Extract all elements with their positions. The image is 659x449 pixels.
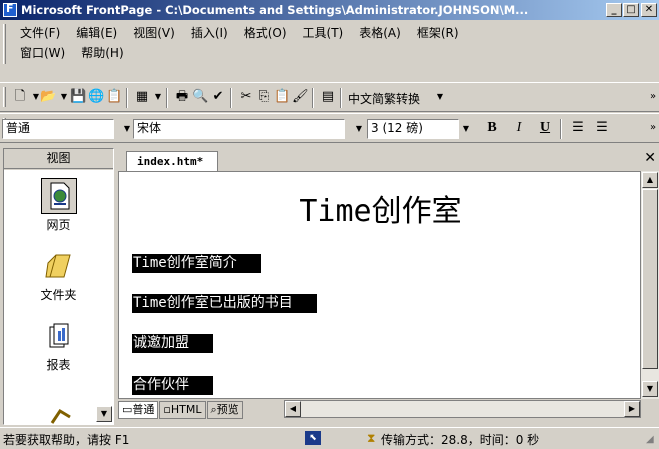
document-tab-bar: index.htm* ✕ [118, 148, 659, 172]
bold-button[interactable]: B [483, 120, 501, 136]
editor-horizontal-scrollbar[interactable]: ◀ ▶ [284, 400, 641, 418]
preview-icon[interactable]: 🔍 [192, 89, 208, 105]
paste-icon[interactable]: 📋 [274, 89, 290, 105]
reports-view-icon [41, 318, 77, 354]
toolbar-grip[interactable] [3, 87, 6, 107]
cut-icon[interactable]: ✂ [238, 89, 254, 105]
format-painter-icon[interactable]: 🖌 [292, 89, 309, 105]
spelling-icon[interactable]: ✔ [210, 89, 226, 105]
menu-edit[interactable]: 编辑(E) [76, 24, 117, 41]
menu-help[interactable]: 帮助(H) [81, 44, 123, 61]
hourglass-icon: ⧗ [367, 431, 376, 445]
font-combo[interactable]: 宋体 [133, 119, 345, 139]
folder-view-icon [41, 248, 77, 284]
underline-button[interactable]: U [536, 120, 554, 136]
folder-list-icon[interactable]: 📋 [106, 89, 122, 105]
views-list: 网页 文件夹 报表 ▼ [4, 170, 113, 424]
link-partners[interactable]: 合作伙伴 [132, 376, 213, 395]
open-folder-icon[interactable]: 📂 [40, 89, 56, 105]
views-panel: 视图 网页 文件夹 报表 ▼ [3, 148, 114, 425]
page-canvas[interactable]: Time创作室 Time创作室简介 Time创作室已出版的书目 诚邀加盟 合作伙… [118, 171, 641, 399]
link-books[interactable]: Time创作室已出版的书目 [132, 294, 317, 313]
menu-view[interactable]: 视图(V) [133, 24, 175, 41]
save-icon[interactable]: 💾 [70, 89, 86, 105]
resize-grip-icon[interactable]: ◢ [646, 434, 654, 445]
scroll-right-icon[interactable]: ▶ [624, 401, 640, 417]
maximize-button[interactable]: □ [623, 3, 639, 17]
menu-frames[interactable]: 框架(R) [417, 24, 459, 41]
tab-normal[interactable]: ▭普通 [118, 401, 159, 419]
font-dropdown-icon[interactable]: ▼ [352, 119, 366, 139]
view-page[interactable]: 网页 [4, 178, 113, 233]
view-reports[interactable]: 报表 [4, 318, 113, 373]
connection-icon: ⬉ [305, 431, 321, 445]
view-page-label: 网页 [46, 218, 71, 232]
chinese-convert-dropdown-icon[interactable]: ▼ [432, 89, 448, 105]
menu-grip[interactable] [3, 24, 6, 64]
tab-preview-label: 预览 [216, 403, 239, 416]
close-document-icon[interactable]: ✕ [644, 150, 656, 166]
menu-table[interactable]: 表格(A) [359, 24, 401, 41]
tab-preview[interactable]: ⌕预览 [206, 401, 243, 419]
formatting-toolbar: 普通 ▼ 宋体 ▼ 3 (12 磅) ▼ B I U ☰ ☰ » [0, 113, 659, 143]
align-left-icon[interactable]: ☰ [570, 120, 586, 136]
toolbar-overflow-icon[interactable]: » [645, 89, 659, 105]
size-combo[interactable]: 3 (12 磅) [367, 119, 459, 139]
views-scroll-down-icon[interactable]: ▼ [96, 406, 112, 422]
status-bar: 若要获取帮助，请按 F1 ⬉ ⧗ 传输方式：28.8，时间：0 秒 ◢ [0, 427, 659, 449]
scroll-thumb[interactable] [642, 189, 658, 369]
link-join[interactable]: 诚邀加盟 [132, 334, 213, 353]
editor-area: index.htm* ✕ Time创作室 Time创作室简介 Time创作室已出… [118, 148, 659, 425]
editor-vertical-scrollbar[interactable]: ▲ ▼ [641, 171, 659, 399]
size-dropdown-icon[interactable]: ▼ [459, 119, 473, 139]
window-title: Microsoft FrontPage - C:\Documents and S… [21, 3, 529, 17]
menu-file[interactable]: 文件(F) [20, 24, 60, 41]
close-button[interactable]: ✕ [641, 3, 657, 17]
status-transfer-text: 传输方式：28.8，时间：0 秒 [381, 433, 540, 447]
new-page-icon[interactable]: 🗋 [12, 89, 28, 105]
tab-html-label: HTML [170, 403, 202, 416]
scroll-down-icon[interactable]: ▼ [642, 381, 658, 397]
view-folders[interactable]: 文件夹 [4, 248, 113, 303]
menu-tools[interactable]: 工具(T) [303, 24, 344, 41]
views-dropdown-icon[interactable]: ▼ [150, 89, 166, 105]
align-center-icon[interactable]: ☰ [594, 120, 610, 136]
minimize-button[interactable]: _ [606, 3, 622, 17]
document-tab[interactable]: index.htm* [126, 151, 219, 172]
view-reports-label: 报表 [46, 358, 71, 372]
table-icon[interactable]: ▤ [320, 89, 336, 105]
copy-icon[interactable]: ⎘ [256, 89, 272, 105]
style-combo[interactable]: 普通 [2, 119, 114, 139]
publish-icon[interactable]: 🌐 [88, 89, 104, 105]
print-icon[interactable]: 🖶 [174, 89, 190, 105]
format-overflow-icon[interactable]: » [645, 120, 659, 136]
chinese-convert-button[interactable]: 中文简繁转换 [348, 90, 420, 107]
link-intro[interactable]: Time创作室简介 [132, 254, 261, 273]
style-dropdown-icon[interactable]: ▼ [120, 119, 134, 139]
menu-format[interactable]: 格式(O) [244, 24, 287, 41]
page-view-icon [40, 178, 77, 214]
menu-insert[interactable]: 插入(I) [191, 24, 228, 41]
scroll-up-icon[interactable]: ▲ [642, 172, 658, 188]
menu-window[interactable]: 窗口(W) [20, 44, 65, 61]
view-folders-label: 文件夹 [40, 288, 77, 302]
title-bar: Microsoft FrontPage - C:\Documents and S… [0, 0, 659, 20]
tab-normal-label: 普通 [132, 403, 155, 416]
frontpage-icon [3, 2, 17, 17]
page-heading: Time创作室 [299, 194, 462, 229]
views-header: 视图 [4, 149, 113, 169]
scroll-left-icon[interactable]: ◀ [285, 401, 301, 417]
italic-button[interactable]: I [510, 120, 528, 136]
navigation-view-icon [41, 392, 77, 424]
status-help-text: 若要获取帮助，请按 F1 [3, 433, 130, 447]
standard-toolbar: 🗋 ▼ 📂 ▼ 💾 🌐 📋 ▦ ▼ 🖶 🔍 ✔ ✂ ⎘ 📋 🖌 ▤ 中文简繁转换… [0, 82, 659, 112]
views-bar-icon[interactable]: ▦ [134, 89, 150, 105]
tab-html[interactable]: ▫HTML [159, 401, 206, 419]
menu-bar: 文件(F) 编辑(E) 视图(V) 插入(I) 格式(O) 工具(T) 表格(A… [0, 20, 659, 68]
